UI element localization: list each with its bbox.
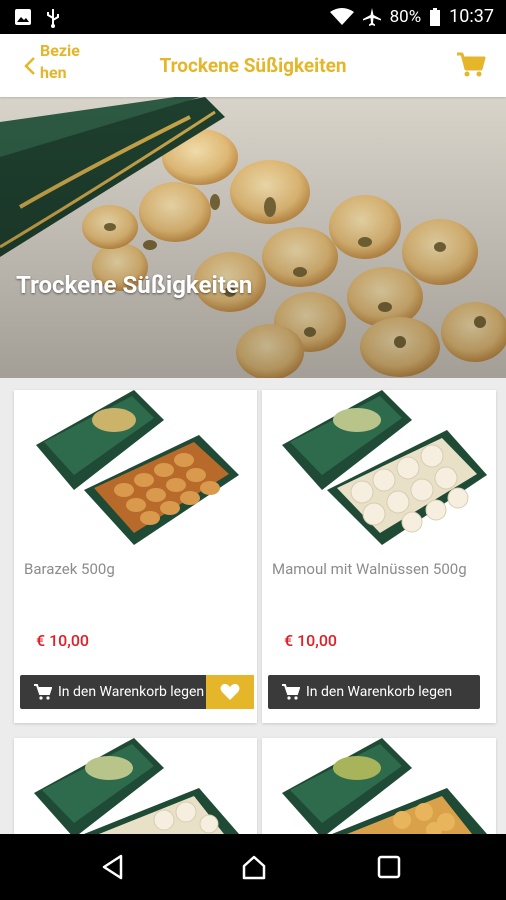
page-title: Trockene Süßigkeiten bbox=[159, 54, 347, 77]
home-nav-icon[interactable] bbox=[240, 853, 268, 881]
heart-icon bbox=[220, 683, 240, 700]
add-to-cart-button[interactable]: In den Warenkorb legen bbox=[268, 675, 480, 709]
battery-percent: 80% bbox=[389, 6, 422, 27]
banner-image bbox=[0, 97, 506, 378]
product-card[interactable]: Barazek 500g € 10,00 In den Warenkorb le… bbox=[14, 390, 257, 723]
product-image bbox=[34, 738, 239, 834]
product-name: Mamoul mit Walnüssen 500g bbox=[272, 560, 467, 578]
cart-icon[interactable] bbox=[456, 52, 486, 78]
cart-icon bbox=[34, 684, 52, 700]
add-to-cart-button[interactable]: In den Warenkorb legen bbox=[20, 675, 232, 709]
product-price: € 10,00 bbox=[284, 631, 338, 650]
recents-nav-icon[interactable] bbox=[377, 855, 401, 879]
product-image bbox=[282, 390, 487, 545]
back-nav-icon[interactable] bbox=[101, 854, 125, 880]
battery-icon bbox=[430, 7, 441, 26]
usb-icon bbox=[47, 9, 59, 28]
app-bar: Bezie hen Trockene Süßigkeiten bbox=[0, 34, 506, 97]
cart-icon bbox=[282, 684, 300, 700]
product-name: Barazek 500g bbox=[24, 560, 115, 578]
category-banner: Trockene Süßigkeiten bbox=[0, 97, 506, 378]
system-nav-bar bbox=[0, 834, 506, 900]
product-card[interactable]: Mamoul mit Walnüssen 500g € 10,00 In den… bbox=[262, 390, 496, 723]
image-icon bbox=[15, 9, 31, 25]
airplane-icon bbox=[362, 7, 381, 26]
product-image bbox=[36, 390, 239, 545]
product-image bbox=[282, 738, 487, 834]
clock: 10:37 bbox=[449, 6, 494, 27]
banner-title: Trockene Süßigkeiten bbox=[16, 271, 253, 299]
product-price: € 10,00 bbox=[36, 631, 90, 650]
wifi-icon bbox=[329, 7, 354, 25]
favorite-button[interactable] bbox=[206, 675, 254, 709]
add-to-cart-label: In den Warenkorb legen bbox=[58, 684, 205, 700]
add-to-cart-label: In den Warenkorb legen bbox=[306, 684, 453, 700]
status-bar: 80% 10:37 bbox=[0, 0, 506, 34]
